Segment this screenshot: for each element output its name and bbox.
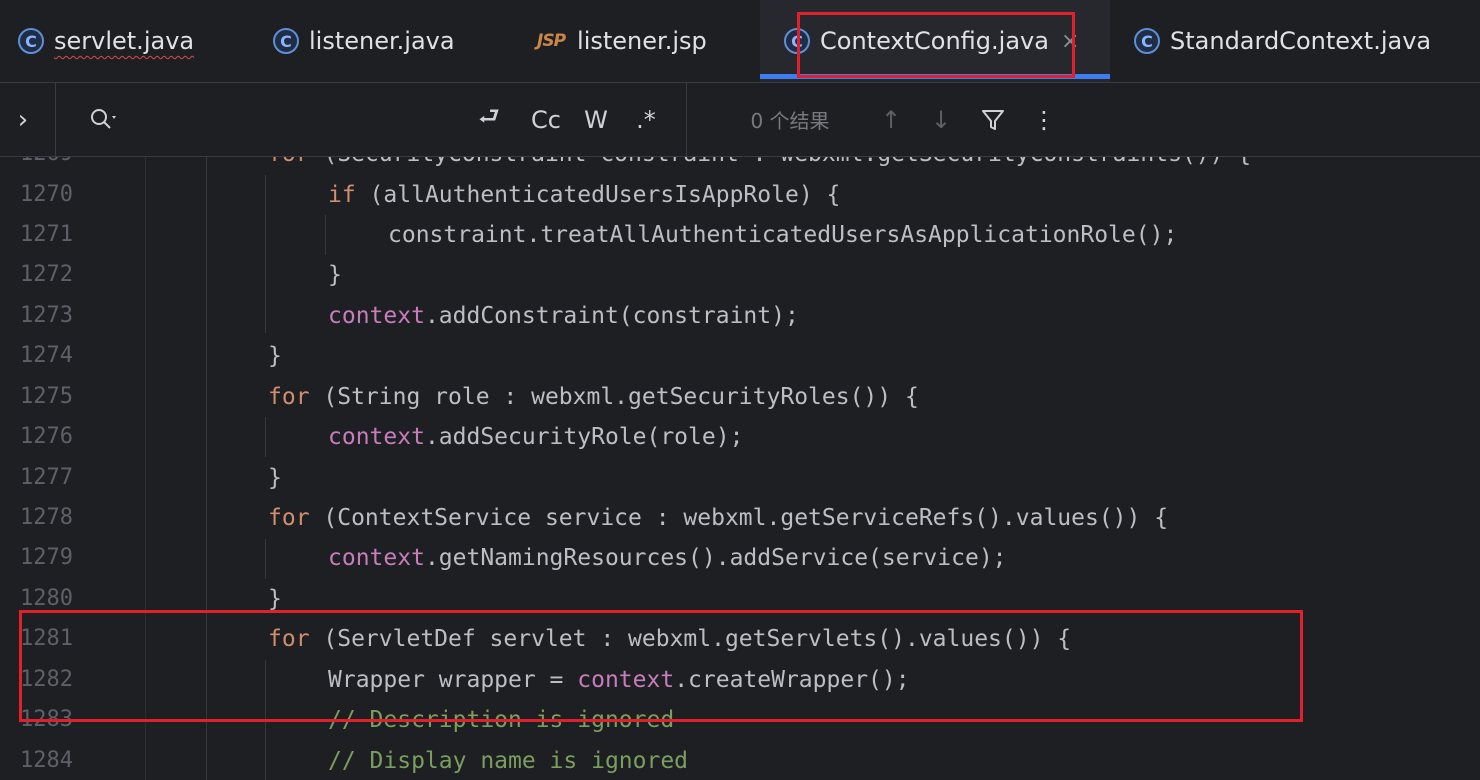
whole-word-toggle[interactable]: W: [578, 83, 614, 156]
line-number: 1284: [20, 748, 73, 773]
code-text: for (ServletDef servlet : webxml.getServ…: [268, 626, 1072, 652]
line-number: 1280: [20, 586, 73, 611]
java-class-icon: C: [18, 28, 44, 54]
code-comment: // Display name is ignored: [328, 748, 689, 774]
tab-label: ContextConfig.java: [820, 27, 1049, 55]
code-comment: // Description is ignored: [328, 707, 675, 733]
code-text: }: [328, 262, 342, 288]
tab-label: servlet.java: [54, 27, 195, 55]
code-text: for (String role : webxml.getSecurityRol…: [268, 384, 919, 410]
match-case-toggle[interactable]: Cc: [526, 83, 566, 156]
search-icon: [91, 108, 116, 129]
code-text: context.addConstraint(constraint);: [328, 303, 799, 329]
divider: [55, 83, 56, 156]
code-line: 1273 context.addConstraint(constraint);: [0, 296, 1480, 336]
code-line: 1274 }: [0, 336, 1480, 376]
code-text: if (allAuthenticatedUsersIsAppRole) {: [328, 182, 841, 208]
search-results-count: 0 个结果: [750, 109, 830, 133]
code-line: 1278 for (ContextService service : webxm…: [0, 498, 1480, 538]
code-line: 1282 Wrapper wrapper = context.createWra…: [0, 660, 1480, 700]
code-line: 1276 context.addSecurityRole(role);: [0, 417, 1480, 457]
tab-servlet-java[interactable]: C servlet.java: [18, 0, 194, 82]
tab-standardcontext-java[interactable]: C StandardContext.java: [1134, 0, 1431, 82]
editor-tab-bar: C servlet.java C listener.java JSP liste…: [0, 0, 1480, 83]
divider: [686, 83, 687, 156]
tab-listener-jsp[interactable]: JSP listener.jsp: [537, 0, 707, 82]
code-line: 1277 }: [0, 458, 1480, 498]
more-options-icon[interactable]: ⋮: [1030, 83, 1058, 156]
code-text: }: [268, 343, 282, 369]
line-number: 1281: [20, 626, 73, 651]
line-number: 1274: [20, 343, 73, 368]
code-text: context.getNamingResources().addService(…: [328, 545, 1007, 571]
line-number: 1272: [20, 262, 73, 287]
line-number: 1273: [20, 303, 73, 328]
expand-replace-icon[interactable]: ›: [8, 83, 38, 156]
code-text: constraint.treatAllAuthenticatedUsersAsA…: [388, 222, 1178, 248]
code-text: context.addSecurityRole(role);: [328, 424, 744, 450]
code-line: 1271 constraint.treatAllAuthenticatedUse…: [0, 215, 1480, 255]
code-line: 1272 }: [0, 255, 1480, 295]
code-line: 1283 // Description is ignored: [0, 700, 1480, 740]
line-number: 1276: [20, 424, 73, 449]
regex-toggle[interactable]: .*: [628, 83, 664, 156]
line-number: 1275: [20, 384, 73, 409]
line-number: 1271: [20, 222, 73, 247]
funnel-icon: [982, 109, 1004, 130]
code-line: 1270 if (allAuthenticatedUsersIsAppRole)…: [0, 175, 1480, 215]
line-number: 1279: [20, 545, 73, 570]
java-class-icon: C: [273, 28, 299, 54]
code-line: 1281 for (ServletDef servlet : webxml.ge…: [0, 619, 1480, 659]
line-number: 1269: [20, 157, 80, 174]
code-text: for (SecurityConstraint constraint : web…: [268, 157, 1251, 174]
tab-label: StandardContext.java: [1170, 27, 1432, 55]
code-line: 1275 for (String role : webxml.getSecuri…: [0, 377, 1480, 417]
search-history-icon[interactable]: [86, 83, 122, 156]
next-occurrence-icon[interactable]: ↓: [926, 83, 956, 156]
jsp-file-icon: JSP: [537, 31, 566, 51]
active-tab-indicator: [760, 74, 1110, 79]
line-number: 1278: [20, 505, 73, 530]
code-text: }: [268, 586, 282, 612]
java-class-icon: C: [1134, 28, 1160, 54]
line-number: 1277: [20, 465, 73, 490]
line-number: 1270: [20, 182, 73, 207]
code-text: }: [268, 465, 282, 491]
close-icon[interactable]: ×: [1061, 29, 1079, 54]
java-class-icon: C: [784, 28, 810, 54]
line-number: 1282: [20, 667, 73, 692]
tab-contextconfig-java[interactable]: C ContextConfig.java ×: [760, 0, 1110, 82]
code-line: 1280 }: [0, 579, 1480, 619]
tab-listener-java[interactable]: C listener.java: [273, 0, 455, 82]
code-line: 1279 context.getNamingResources().addSer…: [0, 538, 1480, 578]
line-number: 1283: [20, 707, 73, 732]
filter-icon[interactable]: [976, 83, 1010, 156]
code-editor[interactable]: 1269 for (SecurityConstraint constraint …: [0, 157, 1480, 780]
code-line: 1269 for (SecurityConstraint constraint …: [0, 157, 1480, 174]
code-text: for (ContextService service : webxml.get…: [268, 505, 1169, 531]
find-bar: › ⮐ Cc W .* 0 个结果 ↑ ↓ ⋮: [0, 83, 1480, 157]
code-text: Wrapper wrapper = context.createWrapper(…: [328, 667, 910, 693]
tab-label: listener.jsp: [577, 27, 707, 55]
tab-label: listener.java: [309, 27, 455, 55]
code-line: 1284 // Display name is ignored: [0, 741, 1480, 780]
previous-occurrence-icon[interactable]: ↑: [876, 83, 906, 156]
newline-toggle-icon[interactable]: ⮐: [472, 83, 506, 156]
